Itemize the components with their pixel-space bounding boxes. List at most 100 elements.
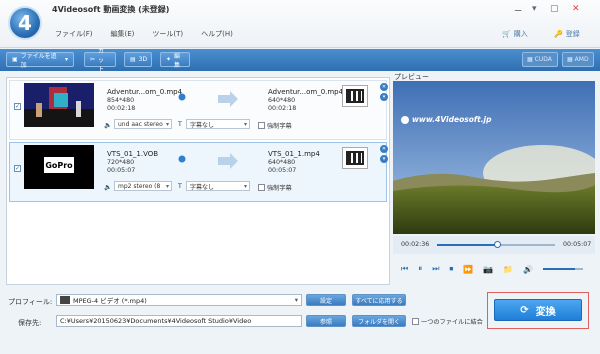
register-label: 登録 xyxy=(565,30,580,38)
seek-bar-area: 00:02:36 00:05:07 xyxy=(393,236,595,254)
stop-icon[interactable]: ⏹ xyxy=(449,264,453,274)
output-duration: 00:05:07 xyxy=(268,167,297,174)
cart-icon: 🛒 xyxy=(502,30,511,38)
gopro-caption: GoPro xyxy=(45,161,73,170)
restore-icon[interactable]: ▢ xyxy=(550,4,559,14)
minimize-icon[interactable]: ⚊ xyxy=(514,4,522,14)
3d-button[interactable]: ▤ 3D xyxy=(124,52,152,67)
watermark-text: www.4Videosoft.jp xyxy=(412,115,492,124)
preview-video[interactable]: www.4Videosoft.jp xyxy=(393,81,595,234)
file-checkbox[interactable]: ✓ xyxy=(14,165,21,172)
forced-subtitle-label: 強制字幕 xyxy=(267,123,292,130)
file-thumbnail xyxy=(24,83,94,127)
file-thumbnail: GoPro xyxy=(24,145,94,189)
close-icon[interactable]: ✕ xyxy=(572,4,580,14)
scissors-icon: ✂ xyxy=(90,56,96,63)
cut-label: カット xyxy=(98,48,105,73)
file-checkbox[interactable]: ✓ xyxy=(14,103,21,110)
forced-subtitle-box[interactable] xyxy=(258,122,265,129)
volume-slider[interactable] xyxy=(543,268,584,270)
file-row[interactable]: ✓ GoPro VTS_01_1.VOB 720*480 00:05:07 VT… xyxy=(9,142,388,202)
forced-subtitle-box[interactable] xyxy=(258,184,265,191)
window-title: 4Videosoft 動画変換 (未登録) xyxy=(52,5,170,14)
menu-file[interactable]: ファイル(F) xyxy=(55,29,93,39)
edit-button[interactable]: ✦ 編集 xyxy=(160,52,190,69)
audio-track-value[interactable]: mp2 stereo (8 xyxy=(114,181,172,191)
snapshot-icon[interactable]: 📷 xyxy=(483,265,493,274)
profile-label: プロフィール: xyxy=(8,298,53,306)
purchase-button[interactable]: 🛒 購入 xyxy=(502,29,528,39)
destination-label: 保存先: xyxy=(18,319,42,327)
gpu-icon: ▦ xyxy=(527,56,533,63)
convert-button[interactable]: ⟳ 変換 xyxy=(494,299,582,321)
seek-track[interactable] xyxy=(437,241,555,248)
close-icon[interactable]: ✕ xyxy=(380,145,388,153)
output-format-icon[interactable] xyxy=(342,85,368,107)
app-logo: 4 xyxy=(8,6,42,40)
dropdown-icon[interactable]: ▾ xyxy=(532,4,537,14)
pause-icon[interactable]: ⏸ xyxy=(418,264,422,274)
row-side-buttons: ✕ ▾ xyxy=(380,83,388,103)
menu-help[interactable]: ヘルプ(H) xyxy=(201,29,233,39)
playback-controls: ⏮ ⏸ ⏭ ⏹ ⏩ 📷 📁 🔊 xyxy=(393,260,595,278)
3d-label: 3D xyxy=(138,56,148,63)
cut-button[interactable]: ✂ カット xyxy=(84,48,116,73)
apply-to-all-button[interactable]: すべてに応用する xyxy=(352,294,406,306)
menu-edit[interactable]: 編集(E) xyxy=(111,29,135,39)
destination-field[interactable]: C:¥Users¥20150623¥Documents¥4Videosoft S… xyxy=(56,315,302,327)
close-icon[interactable]: ✕ xyxy=(380,83,388,91)
edit-icon: ✦ xyxy=(166,56,172,63)
chevron-down-icon: ▾ xyxy=(64,56,68,63)
merge-box[interactable] xyxy=(412,318,419,325)
forced-subtitle-checkbox[interactable]: 強制字幕 xyxy=(258,183,292,192)
key-icon: 🔑 xyxy=(554,30,563,38)
source-info-icon[interactable] xyxy=(178,93,186,103)
volume-icon[interactable]: 🔊 xyxy=(523,265,533,274)
mp4-format-icon xyxy=(60,296,70,304)
subtitle-value[interactable]: 字幕なし xyxy=(186,181,250,191)
profile-select[interactable]: MPEG-4 ビデオ (*.mp4) ▾ xyxy=(56,294,302,306)
open-folder-button[interactable]: フォルダを開く xyxy=(352,315,406,327)
chevron-down-icon[interactable]: ▾ xyxy=(380,155,388,163)
refresh-icon: ⟳ xyxy=(520,304,529,316)
subtitle-icon: T xyxy=(178,183,182,190)
file-row[interactable]: ✓ Adventur...om_0.mp4 854*480 00:02:18 A… xyxy=(9,80,388,140)
settings-button[interactable]: 設定 xyxy=(306,294,346,306)
register-button[interactable]: 🔑 登録 xyxy=(554,29,580,39)
chevron-down-icon[interactable]: ▾ xyxy=(380,93,388,101)
forced-subtitle-checkbox[interactable]: 強制字幕 xyxy=(258,121,292,130)
folder-icon[interactable]: 📁 xyxy=(503,265,513,274)
source-file-name: VTS_01_1.VOB xyxy=(107,150,159,158)
next-icon[interactable]: ⏭ xyxy=(432,264,439,274)
audio-track-select[interactable]: 🔈 und aac stereo xyxy=(104,119,172,129)
output-resolution: 640*480 xyxy=(268,97,296,104)
cuda-toggle[interactable]: ▦ CUDA xyxy=(522,52,558,67)
subtitle-select[interactable]: T 字幕なし xyxy=(178,119,250,129)
source-resolution: 854*480 xyxy=(107,97,135,104)
output-format-icon[interactable] xyxy=(342,147,368,169)
audio-track-value[interactable]: und aac stereo xyxy=(114,119,172,129)
output-duration: 00:02:18 xyxy=(268,105,297,112)
volume-fill xyxy=(543,268,576,270)
previous-icon[interactable]: ⏮ xyxy=(401,264,408,274)
output-file-name: Adventur...om_0.mp4 xyxy=(268,88,344,96)
add-file-icon: ▣ xyxy=(12,56,18,63)
cuda-label: CUDA xyxy=(534,56,552,63)
edit-label: 編集 xyxy=(174,52,181,69)
audio-track-select[interactable]: 🔈 mp2 stereo (8 xyxy=(104,181,172,191)
amd-toggle[interactable]: ▦ AMD xyxy=(562,52,594,67)
total-time: 00:05:07 xyxy=(563,241,592,248)
subtitle-value[interactable]: 字幕なし xyxy=(186,119,250,129)
subtitle-select[interactable]: T 字幕なし xyxy=(178,181,250,191)
menu-tools[interactable]: ツール(T) xyxy=(152,29,183,39)
source-info-icon[interactable] xyxy=(178,155,186,165)
seek-fill xyxy=(437,244,498,246)
merge-checkbox[interactable]: 一つのファイルに結合 xyxy=(412,317,483,326)
seek-handle[interactable] xyxy=(494,241,502,248)
add-file-button[interactable]: ▣ ファイルを追加 ▾ xyxy=(6,52,74,69)
chevron-down-icon: ▾ xyxy=(294,296,298,304)
row-side-buttons: ✕ ▾ xyxy=(380,145,388,165)
browse-button[interactable]: 参照 xyxy=(306,315,346,327)
fast-forward-icon[interactable]: ⏩ xyxy=(463,265,473,274)
watermark: www.4Videosoft.jp xyxy=(401,115,491,124)
